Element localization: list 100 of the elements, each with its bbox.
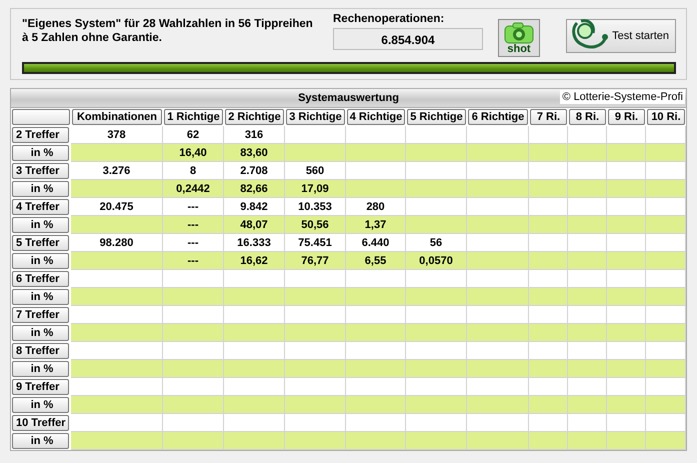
table-cell	[607, 378, 646, 396]
table-cell	[529, 306, 568, 324]
table-cell	[406, 378, 467, 396]
table-cell	[406, 414, 467, 432]
screenshot-button[interactable]: shot	[498, 19, 540, 57]
table-cell: 10.353	[285, 198, 346, 216]
column-header[interactable]: 3 Richtige	[286, 109, 345, 125]
table-cell	[568, 234, 607, 252]
column-header[interactable]: 6 Richtige	[468, 109, 528, 125]
table-cell	[467, 432, 529, 450]
table-cell	[467, 288, 529, 306]
column-header[interactable]: 8 Ri.	[569, 109, 606, 125]
table-cell: 17,09	[285, 180, 346, 198]
table-cell	[646, 144, 686, 162]
row-header[interactable]: in %	[12, 145, 69, 161]
table-cell: 82,66	[224, 180, 285, 198]
table-cell	[224, 396, 285, 414]
row-header[interactable]: in %	[12, 217, 69, 233]
table-cell	[224, 306, 285, 324]
column-header[interactable]: Kombinationen	[72, 109, 162, 125]
row-header[interactable]: in %	[12, 361, 69, 377]
table-cell	[607, 414, 646, 432]
table-cell	[285, 342, 346, 360]
table-cell	[568, 288, 607, 306]
table-cell	[568, 144, 607, 162]
table-cell	[224, 432, 285, 450]
table-cell	[607, 396, 646, 414]
table-cell	[467, 234, 529, 252]
operations-value: 6.854.904	[333, 28, 483, 50]
table-cell: 3.276	[71, 162, 163, 180]
table-cell	[467, 414, 529, 432]
row-header[interactable]: in %	[12, 397, 69, 413]
table-cell	[406, 144, 467, 162]
column-header[interactable]: 2 Richtige	[225, 109, 284, 125]
row-header[interactable]: in %	[12, 325, 69, 341]
table-cell: 20.475	[71, 198, 163, 216]
table-cell: 378	[71, 126, 163, 144]
table-cell: 280	[346, 198, 406, 216]
table-cell: 76,77	[285, 252, 346, 270]
row-header[interactable]: 9 Treffer	[12, 379, 69, 395]
table-cell	[607, 432, 646, 450]
table-cell	[163, 306, 224, 324]
table-cell	[346, 342, 406, 360]
row-header[interactable]: 4 Treffer	[12, 199, 69, 215]
copyright-label: © Lotterie-Systeme-Profi	[560, 90, 685, 104]
table-cell	[529, 342, 568, 360]
row-header[interactable]: 6 Treffer	[12, 271, 69, 287]
column-header[interactable]: 9 Ri.	[608, 109, 645, 125]
table-cell	[568, 126, 607, 144]
row-header[interactable]: 2 Treffer	[12, 127, 69, 143]
row-header[interactable]: in %	[12, 289, 69, 305]
table-cell	[568, 162, 607, 180]
table-cell	[285, 126, 346, 144]
table-cell	[607, 342, 646, 360]
row-header[interactable]: 7 Treffer	[12, 307, 69, 323]
table-cell	[568, 396, 607, 414]
table-cell	[406, 126, 467, 144]
column-header[interactable]: 10 Ri.	[647, 109, 685, 125]
table-cell: 98.280	[71, 234, 163, 252]
table-cell	[285, 288, 346, 306]
column-header[interactable]: 5 Richtige	[407, 109, 466, 125]
test-start-button[interactable]: Test starten	[566, 19, 676, 53]
table-cell	[163, 288, 224, 306]
table-cell	[607, 270, 646, 288]
table-cell: 83,60	[224, 144, 285, 162]
column-header[interactable]: 4 Richtige	[347, 109, 405, 125]
table-cell	[467, 342, 529, 360]
row-header[interactable]: 3 Treffer	[12, 163, 69, 179]
operations-label: Rechenoperationen:	[333, 13, 446, 25]
table-cell	[529, 396, 568, 414]
table-cell	[607, 306, 646, 324]
table-cell: 75.451	[285, 234, 346, 252]
row-header[interactable]: in %	[12, 181, 69, 197]
table-cell	[529, 126, 568, 144]
table-cell	[529, 270, 568, 288]
table-cell	[467, 252, 529, 270]
table-cell	[568, 180, 607, 198]
table-cell	[467, 216, 529, 234]
table-cell	[568, 270, 607, 288]
row-header[interactable]: in %	[12, 433, 69, 449]
table-cell	[568, 306, 607, 324]
table-cell	[529, 432, 568, 450]
table-cell	[406, 270, 467, 288]
table-cell	[467, 324, 529, 342]
column-header[interactable]: 1 Richtige	[164, 109, 223, 125]
table-cell	[224, 288, 285, 306]
table-cell: ---	[163, 198, 224, 216]
table-cell	[224, 360, 285, 378]
row-header[interactable]: 8 Treffer	[12, 343, 69, 359]
table-cell	[607, 198, 646, 216]
table-cell: 1,37	[346, 216, 406, 234]
table-cell	[568, 252, 607, 270]
table-cell	[607, 126, 646, 144]
table-cell	[607, 234, 646, 252]
row-header[interactable]: in %	[12, 253, 69, 269]
table-cell	[346, 144, 406, 162]
row-header[interactable]: 5 Treffer	[12, 235, 69, 251]
row-header[interactable]: 10 Treffer	[12, 415, 69, 431]
column-header[interactable]	[12, 109, 70, 125]
column-header[interactable]: 7 Ri.	[530, 109, 567, 125]
